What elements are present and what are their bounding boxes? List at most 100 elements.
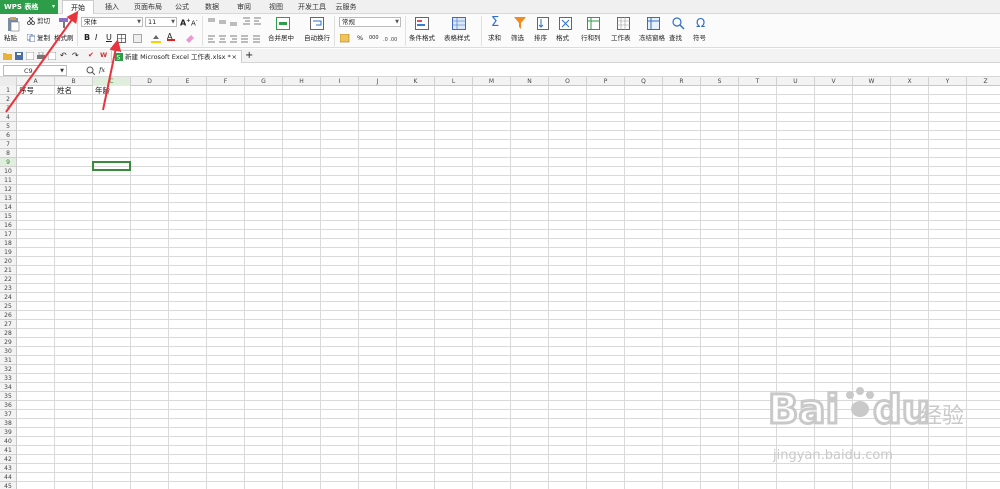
column-header-K[interactable]: K [397, 77, 435, 86]
indent-icons[interactable] [242, 17, 262, 26]
font-size-select[interactable]: 11 ▼ [145, 17, 177, 27]
tab-insert[interactable]: 插入 [96, 0, 128, 14]
column-header-Q[interactable]: Q [625, 77, 663, 86]
column-header-X[interactable]: X [891, 77, 929, 86]
column-header-Y[interactable]: Y [929, 77, 967, 86]
row-header-27[interactable]: 27 [0, 320, 17, 329]
row-header-22[interactable]: 22 [0, 275, 17, 284]
new-tab-button[interactable]: + [245, 50, 253, 62]
column-header-V[interactable]: V [815, 77, 853, 86]
column-header-E[interactable]: E [169, 77, 207, 86]
column-header-C[interactable]: C [93, 77, 131, 86]
decrease-font-icon[interactable]: A- [191, 17, 198, 28]
row-header-36[interactable]: 36 [0, 401, 17, 410]
column-header-J[interactable]: J [359, 77, 397, 86]
row-header-14[interactable]: 14 [0, 203, 17, 212]
column-header-U[interactable]: U [777, 77, 815, 86]
row-header-9[interactable]: 9 [0, 158, 17, 167]
tab-review[interactable]: 审阅 [230, 0, 258, 14]
row-header-33[interactable]: 33 [0, 374, 17, 383]
font-color-icon[interactable]: A [167, 32, 175, 41]
decimal-places-icons[interactable]: .0 .00 [383, 34, 403, 42]
clear-format-icon[interactable] [185, 33, 195, 43]
column-header-B[interactable]: B [55, 77, 93, 86]
row-header-3[interactable]: 3 [0, 104, 17, 113]
tab-view[interactable]: 视图 [262, 0, 290, 14]
column-header-M[interactable]: M [473, 77, 511, 86]
column-header-R[interactable]: R [663, 77, 701, 86]
column-header-D[interactable]: D [131, 77, 169, 86]
row-header-2[interactable]: 2 [0, 95, 17, 104]
column-header-L[interactable]: L [435, 77, 473, 86]
undo-icon[interactable]: ↶ [60, 51, 67, 60]
tab-cloud[interactable]: 云服务 [332, 0, 360, 14]
formula-input[interactable] [115, 65, 995, 76]
percent-button[interactable]: % [357, 34, 363, 43]
row-header-24[interactable]: 24 [0, 293, 17, 302]
row-header-29[interactable]: 29 [0, 338, 17, 347]
vertical-align-icons[interactable] [207, 18, 239, 26]
column-header-G[interactable]: G [245, 77, 283, 86]
row-header-43[interactable]: 43 [0, 464, 17, 473]
italic-button[interactable]: I [95, 33, 97, 42]
column-header-A[interactable]: A [17, 77, 55, 86]
borders-icon[interactable] [117, 34, 126, 43]
row-header-23[interactable]: 23 [0, 284, 17, 293]
number-format-select[interactable]: 常规 ▼ [339, 17, 401, 27]
cell-A1[interactable]: 序号 [18, 86, 34, 95]
row-header-40[interactable]: 40 [0, 437, 17, 446]
cell-B1[interactable]: 姓名 [56, 86, 72, 95]
row-header-20[interactable]: 20 [0, 257, 17, 266]
export-icon[interactable] [26, 52, 34, 60]
row-header-5[interactable]: 5 [0, 122, 17, 131]
close-tab-icon[interactable]: × [232, 51, 237, 63]
horizontal-align-icons[interactable] [207, 35, 262, 43]
currency-icon[interactable] [340, 34, 350, 43]
column-header-H[interactable]: H [283, 77, 321, 86]
document-tab[interactable]: S 新建 Microsoft Excel 工作表.xlsx * × [111, 50, 242, 63]
tab-home[interactable]: 开始 [62, 0, 94, 14]
row-header-25[interactable]: 25 [0, 302, 17, 311]
underline-button[interactable]: U [106, 33, 112, 42]
column-header-S[interactable]: S [701, 77, 739, 86]
row-header-37[interactable]: 37 [0, 410, 17, 419]
selected-cell-C9[interactable] [92, 161, 131, 171]
row-header-31[interactable]: 31 [0, 356, 17, 365]
row-header-8[interactable]: 8 [0, 149, 17, 158]
row-header-42[interactable]: 42 [0, 455, 17, 464]
row-header-30[interactable]: 30 [0, 347, 17, 356]
tab-formulas[interactable]: 公式 [168, 0, 196, 14]
row-header-15[interactable]: 15 [0, 212, 17, 221]
row-header-28[interactable]: 28 [0, 329, 17, 338]
increase-font-icon[interactable]: A+ [180, 17, 190, 28]
row-header-17[interactable]: 17 [0, 230, 17, 239]
name-box[interactable]: C9 ▼ [3, 65, 67, 76]
print-icon[interactable] [37, 52, 45, 60]
row-header-26[interactable]: 26 [0, 311, 17, 320]
font-name-select[interactable]: 宋体 ▼ [81, 17, 143, 27]
tab-data[interactable]: 数据 [198, 0, 226, 14]
row-header-16[interactable]: 16 [0, 221, 17, 230]
row-header-35[interactable]: 35 [0, 392, 17, 401]
row-header-41[interactable]: 41 [0, 446, 17, 455]
row-header-44[interactable]: 44 [0, 473, 17, 482]
cell-style-icon[interactable] [133, 34, 142, 43]
tab-developer[interactable]: 开发工具 [292, 0, 332, 14]
column-header-F[interactable]: F [207, 77, 245, 86]
row-header-18[interactable]: 18 [0, 239, 17, 248]
column-header-N[interactable]: N [511, 77, 549, 86]
row-header-6[interactable]: 6 [0, 131, 17, 140]
column-header-O[interactable]: O [549, 77, 587, 86]
fill-color-icon[interactable] [151, 33, 161, 43]
row-header-45[interactable]: 45 [0, 482, 17, 489]
pin-icon[interactable]: ✔ [88, 51, 94, 60]
tab-page-layout[interactable]: 页面布局 [128, 0, 168, 14]
row-header-21[interactable]: 21 [0, 266, 17, 275]
redo-icon[interactable]: ↷ [72, 51, 79, 60]
row-header-4[interactable]: 4 [0, 113, 17, 122]
row-header-12[interactable]: 12 [0, 185, 17, 194]
row-header-34[interactable]: 34 [0, 383, 17, 392]
column-header-I[interactable]: I [321, 77, 359, 86]
row-header-39[interactable]: 39 [0, 428, 17, 437]
row-header-11[interactable]: 11 [0, 176, 17, 185]
